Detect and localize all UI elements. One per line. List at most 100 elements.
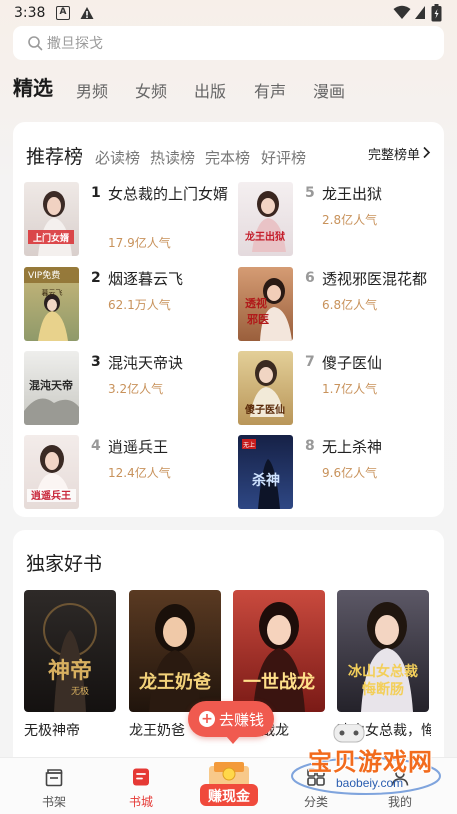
tab-publish[interactable]: 出版 [194,78,226,102]
nav-label: 书架 [41,795,66,809]
rank-number: 3 [91,354,101,370]
book-title: 女总裁的上门女婿 [108,185,229,203]
svg-text:VIP免费: VIP免费 [28,269,60,281]
book-title: 混沌天帝诀 [108,354,184,372]
svg-text:逍遥兵王: 逍遥兵王 [31,489,71,502]
earn-money-label: 去赚钱 [219,711,265,729]
search-bar[interactable]: 撒旦探戈 [13,26,444,60]
book-cover: 冰山女总裁 悔断肠 [337,590,429,712]
book-title: 逍遥兵王 [108,438,169,456]
book-card[interactable]: 神帝 无极 无极神帝 [24,590,118,740]
tab-male[interactable]: 男频 [76,78,108,102]
rank-number: 5 [305,185,315,201]
full-list-link[interactable]: 完整榜单 [368,144,420,163]
watermark-logo: 宝贝游戏网 baobeiy.com [280,724,455,804]
tab-featured[interactable]: 精选 [13,72,53,101]
svg-text:悔断肠: 悔断肠 [362,681,404,698]
rank-number: 2 [91,270,101,286]
book-cover: 上门女婿 [24,182,79,256]
rank-number: 8 [305,438,315,454]
sim-icon [415,6,425,19]
book-title: 傻子医仙 [322,354,383,372]
warning-icon [80,7,94,19]
nav-earn-cash[interactable]: 赚现金 [196,760,262,808]
svg-text:冰山女总裁: 冰山女总裁 [348,663,418,680]
list-item[interactable]: 透视 邪医 6 透视邪医混花都 6.8亿人气 [238,267,448,347]
svg-text:一世战龙: 一世战龙 [243,671,315,693]
book-cover: 傻子医仙 [238,351,293,425]
watermark-text: 宝贝游戏网 [308,748,433,776]
book-title: 无极神帝 [24,723,80,739]
nav-bookstore[interactable]: 书城 [106,758,176,814]
watermark-url: baobeiy.com [336,776,404,790]
list-item[interactable]: VIP免费 暮云飞 2 烟逐暮云飞 62.1万人气 [24,267,234,347]
svg-text:暮云飞: 暮云飞 [42,288,63,297]
book-cover: 混沌天帝 [24,351,79,425]
nav-earn-cash-label: 赚现金 [208,789,250,805]
list-item[interactable]: 逍遥兵王 4 逍遥兵王 12.4亿人气 [24,435,234,515]
book-cover: 无上 杀神 [238,435,293,509]
section-title: 独家好书 [26,553,103,575]
svg-text:龙王奶爸: 龙王奶爸 [139,671,211,693]
search-icon [28,36,43,51]
svg-text:混沌天帝: 混沌天帝 [29,378,73,392]
book-cover: 一世战龙 [233,590,325,712]
svg-text:无上: 无上 [243,441,255,449]
popularity: 62.1万人气 [108,298,171,312]
book-card[interactable]: 冰山女总裁 悔断肠 冰山女总裁，悔断肠 [337,590,431,740]
svg-text:邪医: 邪医 [246,313,269,326]
earn-money-bubble[interactable]: + 去赚钱 [188,701,274,744]
book-title: 龙王出狱 [322,185,383,203]
list-item[interactable]: 龙王出狱 5 龙王出狱 2.8亿人气 [238,182,448,262]
rank-tab-hot[interactable]: 热读榜 [150,147,195,168]
rank-tab-completed[interactable]: 完本榜 [205,147,250,168]
list-item[interactable]: 无上 杀神 8 无上杀神 9.6亿人气 [238,435,448,515]
chevron-right-icon[interactable] [422,146,431,159]
list-item[interactable]: 上门女婿 1 女总裁的上门女婿 17.9亿人气 [24,182,234,262]
section-title: 推荐榜 [26,146,84,168]
book-title: 烟逐暮云飞 [108,270,184,288]
book-cover: 神帝 无极 [24,590,116,712]
bookshelf-icon [45,769,63,787]
svg-text:透视: 透视 [245,296,267,310]
popularity: 2.8亿人气 [322,213,378,227]
book-cover: VIP免费 暮云飞 [24,267,79,341]
status-time: 3:38 [14,5,46,21]
popularity: 9.6亿人气 [322,466,378,480]
rank-number: 6 [305,270,315,286]
svg-text:龙王出狱: 龙王出狱 [244,230,285,243]
battery-icon [431,4,442,22]
book-cover: 逍遥兵王 [24,435,79,509]
wifi-icon [393,5,411,19]
nav-bookshelf[interactable]: 书架 [19,758,89,814]
a-notification-icon: A [56,6,70,20]
popularity: 6.8亿人气 [322,298,378,312]
recommend-ranking-card: 推荐榜 必读榜 热读榜 完本榜 好评榜 完整榜单 上门女婿 1 女总裁的上门女婿… [13,122,444,517]
book-cover: 龙王出狱 [238,182,293,256]
status-bar: 3:38 A [0,0,457,26]
popularity: 12.4亿人气 [108,466,171,480]
bookstore-icon [133,768,149,786]
popularity: 17.9亿人气 [108,236,171,250]
tab-female[interactable]: 女频 [135,78,167,102]
rank-number: 4 [91,438,101,454]
tab-comic[interactable]: 漫画 [313,78,345,102]
svg-text:杀神: 杀神 [252,472,280,489]
rank-number: 1 [91,185,101,201]
svg-text:无极: 无极 [71,685,89,697]
search-input[interactable]: 撒旦探戈 [47,33,103,53]
list-item[interactable]: 混沌天帝 3 混沌天帝诀 3.2亿人气 [24,351,234,431]
rank-tab-top-rated[interactable]: 好评榜 [261,147,306,168]
tab-audio[interactable]: 有声 [254,78,286,102]
nav-label: 书城 [128,795,153,809]
popularity: 1.7亿人气 [322,382,378,396]
rank-number: 7 [305,354,315,370]
svg-text:傻子医仙: 傻子医仙 [244,403,285,416]
svg-text:神帝: 神帝 [48,658,92,684]
plus-circle-icon: + [199,711,215,727]
rank-tab-must-read[interactable]: 必读榜 [95,147,140,168]
popularity: 3.2亿人气 [108,382,164,396]
book-title: 无上杀神 [322,438,383,456]
list-item[interactable]: 傻子医仙 7 傻子医仙 1.7亿人气 [238,351,448,431]
svg-text:上门女婿: 上门女婿 [33,232,70,244]
